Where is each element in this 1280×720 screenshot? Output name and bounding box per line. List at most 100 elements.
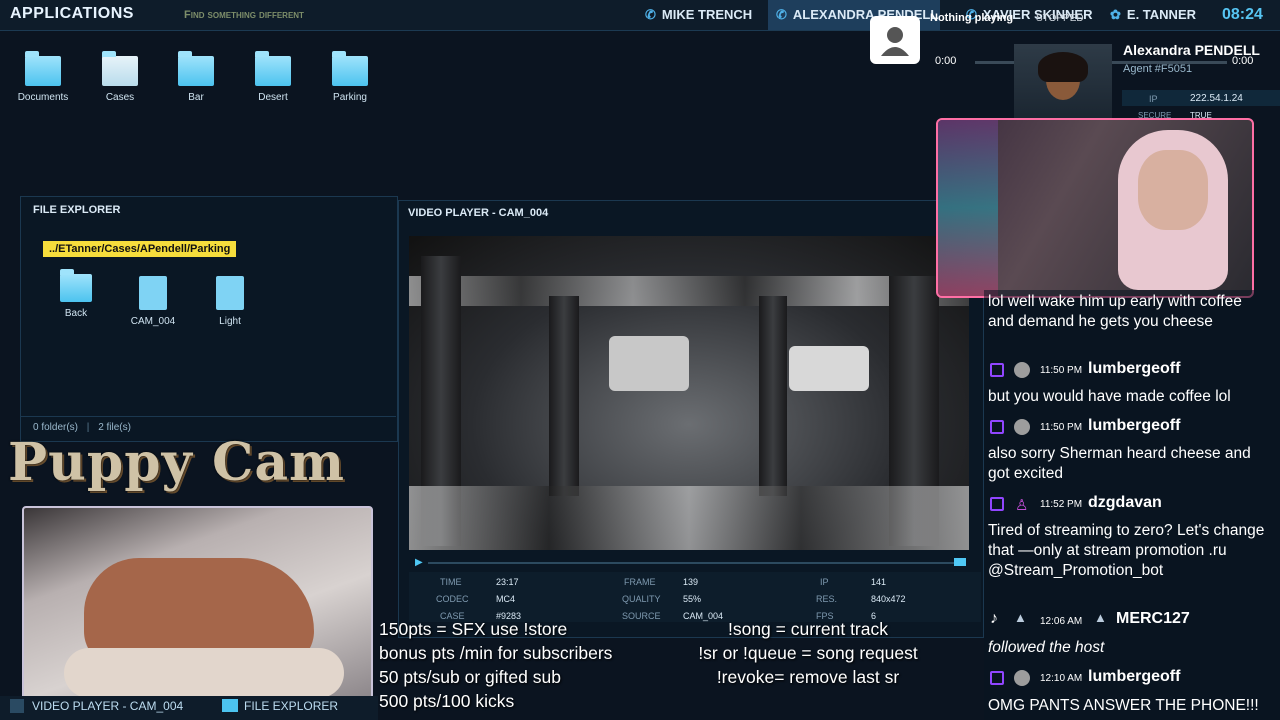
- command-line: 150pts = SFX use !store: [379, 619, 568, 639]
- chat-message: OMG PANTS ANSWER THE PHONE!!!: [988, 697, 1259, 714]
- folder-icon: [25, 51, 61, 86]
- contact-ip-value: 222.54.1.24: [1190, 93, 1243, 104]
- chat-username[interactable]: MERC127: [1116, 610, 1190, 628]
- chat-panel: lol well wake him up early with coffee a…: [984, 290, 1280, 720]
- meta-source-label: SOURCE: [622, 611, 661, 621]
- find-something-link[interactable]: Find something different: [184, 9, 304, 21]
- meta-ip-value: 141: [871, 577, 887, 587]
- triangle-badge-icon: ▲: [1094, 610, 1107, 625]
- command-line: 50 pts/sub or gifted sub: [379, 667, 561, 687]
- play-icon[interactable]: ▶: [415, 557, 423, 568]
- tiktok-icon: ♪: [990, 610, 998, 627]
- chat-username[interactable]: lumbergeoff: [1088, 668, 1180, 686]
- meta-quality-value: 55%: [683, 594, 702, 604]
- folder-icon: [178, 51, 214, 86]
- contact-name: Alexandra PENDELL: [1123, 42, 1260, 58]
- twitch-icon: [990, 497, 1004, 511]
- taskbar-file-explorer[interactable]: FILE EXPLORER: [244, 699, 338, 713]
- folder-icon: [222, 699, 238, 712]
- applications-menu[interactable]: APPLICATIONS: [10, 5, 134, 23]
- user-icon: ♙: [1015, 497, 1029, 514]
- clock: 08:24: [1222, 6, 1263, 23]
- desktop-icon-bar[interactable]: Bar: [168, 51, 224, 103]
- playback-status: STOPPED: [1036, 13, 1084, 24]
- video-seek-bar[interactable]: [428, 562, 954, 564]
- badge-icon: [1014, 419, 1030, 435]
- badge-icon: [1014, 670, 1030, 686]
- contact-secure-label: SECURE: [1138, 111, 1172, 118]
- chat-username[interactable]: dzgdavan: [1088, 494, 1162, 512]
- cabinet-icon: [102, 51, 138, 86]
- video-player-title: VIDEO PLAYER - CAM_004: [408, 207, 549, 219]
- desktop-icon-parking[interactable]: Parking: [322, 51, 378, 103]
- meta-ip-label: IP: [820, 577, 829, 587]
- chat-timestamp: 11:50 PM: [1040, 365, 1083, 376]
- video-player-icon: [10, 699, 24, 713]
- twitch-icon: [990, 420, 1004, 434]
- chat-message: also sorry Sherman heard cheese and got …: [988, 445, 1251, 482]
- command-line: 500 pts/100 kicks: [379, 691, 515, 711]
- chat-username[interactable]: lumbergeoff: [1088, 417, 1180, 435]
- taskbar-video-player[interactable]: VIDEO PLAYER - CAM_004: [32, 699, 183, 713]
- contact-agent-id: Agent #F5051: [1123, 63, 1193, 75]
- desktop-icon-documents[interactable]: Documents: [15, 51, 71, 103]
- chat-timestamp: 11:52 PM: [1040, 499, 1083, 510]
- meta-time-value: 23:17: [496, 577, 519, 587]
- media-time-left: 0:00: [935, 55, 957, 67]
- chat-timestamp: 11:50 PM: [1040, 422, 1083, 433]
- file-item-light[interactable]: Light: [200, 276, 260, 327]
- chat-message: lol well wake him up early with coffee a…: [988, 293, 1242, 330]
- chat-timestamp: 12:10 AM: [1040, 673, 1083, 684]
- folder-icon: [255, 51, 291, 86]
- puppy-cam-video: [22, 506, 373, 704]
- camera-file-icon: [139, 276, 167, 310]
- file-explorer-divider: [20, 416, 396, 417]
- gear-icon: ✿: [1110, 7, 1121, 22]
- meta-codec-label: CODEC: [436, 594, 469, 604]
- desktop-icon-desert[interactable]: Desert: [245, 51, 301, 103]
- puppy-cam-title: Puppy Cam: [8, 432, 346, 493]
- file-explorer-path[interactable]: ../ETanner/Cases/APendell/Parking: [43, 241, 237, 257]
- meta-frame-value: 139: [683, 577, 699, 587]
- meta-time-label: TIME: [440, 577, 462, 587]
- desktop-icon-cases[interactable]: Cases: [92, 51, 148, 103]
- meta-frame-label: FRAME: [624, 577, 656, 587]
- contact-e-tanner[interactable]: ✿ E. TANNER: [1110, 7, 1196, 23]
- chat-username[interactable]: lumbergeoff: [1088, 360, 1180, 378]
- commands-right: !song = current track !sr or !queue = so…: [670, 619, 946, 688]
- file-item-cam-004[interactable]: CAM_004: [123, 276, 183, 327]
- contact-secure-value: TRUE: [1190, 111, 1212, 118]
- chat-message: Tired of streaming to zero? Let's change…: [988, 522, 1265, 579]
- command-line: bonus pts /min for subscribers: [379, 643, 613, 663]
- twitch-icon: [990, 671, 1004, 685]
- user-silhouette-icon: [881, 27, 909, 56]
- video-feed[interactable]: [409, 236, 969, 550]
- meta-quality-label: QUALITY: [622, 594, 661, 604]
- meta-res-value: 840x472: [871, 594, 906, 604]
- seek-handle[interactable]: [954, 558, 966, 566]
- file-explorer-title: FILE EXPLORER: [33, 204, 121, 216]
- streamer-webcam: [936, 118, 1254, 298]
- meta-codec-value: MC4: [496, 594, 516, 604]
- commands-left: 150pts = SFX use !store bonus pts /min f…: [379, 619, 612, 712]
- command-line: !song = current track: [727, 619, 888, 639]
- twitch-icon: [990, 363, 1004, 377]
- album-art: [870, 16, 920, 64]
- file-item-back[interactable]: Back: [46, 269, 106, 319]
- chat-message: followed the host: [988, 639, 1105, 656]
- back-folder-icon: [60, 269, 92, 302]
- contact-ip-label: IP: [1149, 94, 1158, 104]
- contact-mike-trench[interactable]: ✆ MIKE TRENCH: [645, 7, 752, 23]
- meta-res-label: RES.: [816, 594, 838, 604]
- image-file-icon: [216, 276, 244, 310]
- chat-message: but you would have made coffee lol: [988, 388, 1231, 405]
- contact-avatar: [1014, 44, 1112, 122]
- badge-icon: [1014, 362, 1030, 378]
- now-playing: Nothing playing: [930, 12, 1014, 24]
- chat-timestamp: 12:06 AM: [1040, 616, 1083, 627]
- contact-card: Alexandra PENDELL Agent #F5051 IP 222.54…: [1012, 40, 1280, 122]
- phone-icon: ✆: [776, 7, 787, 22]
- command-line: !sr or !queue = song request: [698, 643, 918, 663]
- triangle-badge-icon: ▲: [1014, 610, 1027, 625]
- folder-icon: [332, 51, 368, 86]
